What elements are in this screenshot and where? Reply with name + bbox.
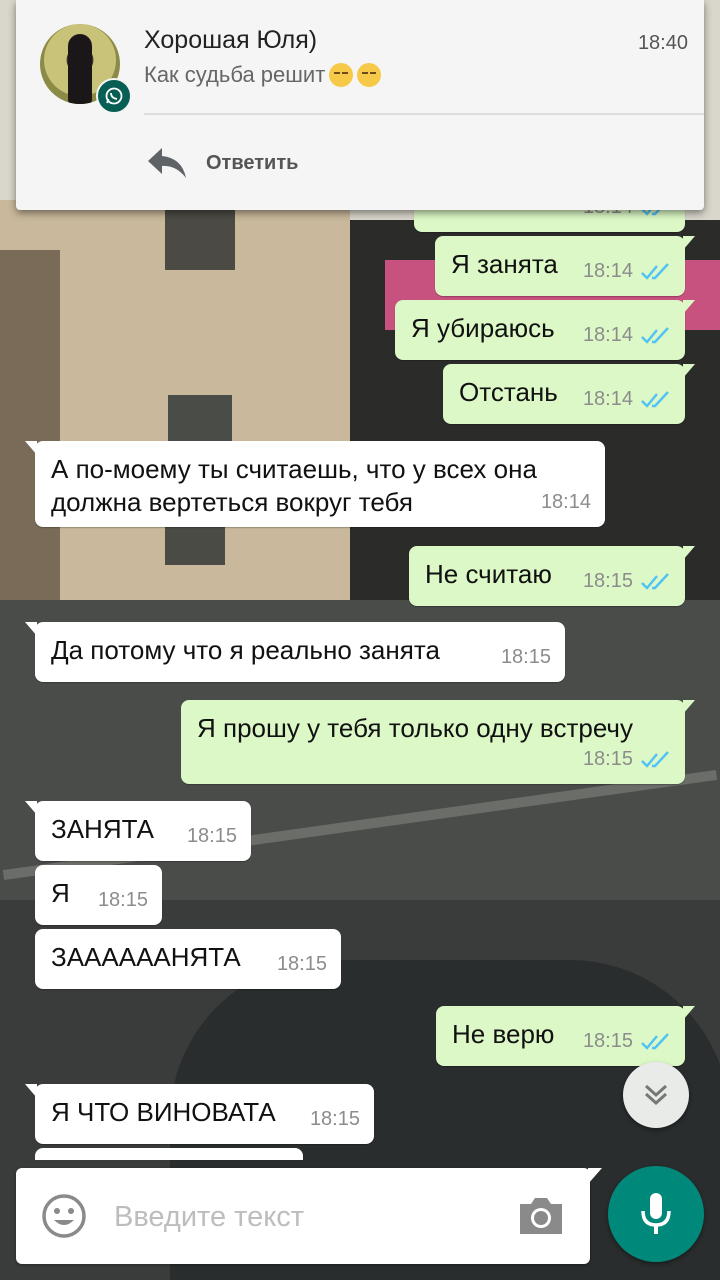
message-text: Отстань [459, 377, 558, 407]
message-meta: 18:15 [310, 1103, 360, 1136]
message-meta: 18:15 [187, 820, 237, 853]
message-bubble-outgoing[interactable]: Я прошу у тебя только одну встречу 18:15 [181, 700, 695, 784]
message-text: Да потому что я реально занята [51, 635, 440, 665]
message-meta: 18:14 [583, 255, 671, 288]
message-text: Я ЧТО ВИНОВАТА [51, 1097, 276, 1127]
notification-message: Как судьба решит [144, 62, 382, 88]
message-text: Не считаю [425, 559, 552, 589]
emoji-button[interactable] [40, 1192, 88, 1240]
voice-record-button[interactable] [608, 1166, 704, 1262]
message-text: Я прошу у тебя только одну встречу [197, 713, 633, 743]
message-bubble-outgoing[interactable]: Отстань 18:14 [443, 364, 695, 424]
message-composer [16, 1168, 602, 1264]
divider [144, 113, 704, 115]
message-bubble-incoming[interactable] [35, 1148, 303, 1160]
message-bubble-incoming[interactable]: Да потому что я реально занята 18:15 [25, 622, 565, 682]
message-text-line: должна вертеться вокруг тебя [51, 487, 413, 517]
notification-time: 18:40 [637, 32, 688, 54]
message-text: Не верю [452, 1019, 555, 1049]
message-notification[interactable]: Хорошая Юля) 18:40 Как судьба решит Отве… [16, 0, 704, 210]
double-check-icon [641, 390, 669, 408]
message-bubble-outgoing[interactable]: Не верю 18:15 [436, 1006, 695, 1066]
message-meta: 18:15 [583, 565, 671, 598]
message-meta: 18:15 [583, 1025, 671, 1058]
message-text: Я убираюсь [411, 313, 555, 343]
smirk-face-icon [329, 63, 354, 87]
message-time: 18:15 [582, 748, 633, 770]
message-meta: 18:14 [583, 383, 671, 416]
message-text-line: А по-моему ты считаешь, что у всех она [51, 454, 537, 484]
message-text: ЗААААААНЯТА [51, 942, 241, 972]
double-check-icon [641, 262, 669, 280]
mic-icon [641, 1193, 671, 1234]
message-bubble-outgoing[interactable]: Я занята 18:14 [435, 236, 695, 296]
double-check-icon [641, 572, 669, 590]
message-bubble-outgoing[interactable]: Не считаю 18:15 [409, 546, 695, 606]
message-input[interactable] [112, 1190, 496, 1244]
message-time: 18:15 [582, 570, 633, 592]
message-time: 18:14 [582, 388, 633, 410]
message-bubble-incoming[interactable]: ЗАНЯТА 18:15 [25, 801, 251, 861]
message-meta: 18:15 [501, 641, 551, 674]
message-time: 18:14 [582, 324, 633, 346]
message-bubble-incoming[interactable]: Я 18:15 [35, 865, 162, 925]
message-time: 18:15 [309, 1108, 360, 1130]
double-chevron-down-icon [644, 1084, 668, 1106]
message-bubble-outgoing[interactable]: Я убираюсь 18:14 [395, 300, 695, 360]
message-bubble-incoming[interactable]: А по-моему ты считаешь, что у всех она д… [25, 441, 605, 527]
reply-arrow-icon [148, 148, 186, 178]
message-text: Я занята [451, 249, 558, 279]
smiley-icon [42, 1194, 86, 1238]
whatsapp-icon [96, 78, 132, 114]
double-check-icon [641, 1032, 669, 1050]
message-bubble-incoming[interactable]: ЗААААААНЯТА 18:15 [35, 929, 341, 989]
camera-icon [520, 1198, 562, 1234]
message-time: 18:14 [582, 260, 633, 282]
message-bubble-incoming[interactable]: Я ЧТО ВИНОВАТА 18:15 [25, 1084, 374, 1144]
notification-contact-name: Хорошая Юля) [144, 26, 318, 54]
notification-message-text: Как судьба решит [144, 62, 326, 87]
message-time: 18:15 [582, 1030, 633, 1052]
message-time: 18:14 [540, 491, 591, 513]
message-meta: 18:15 [277, 948, 327, 981]
camera-button[interactable] [516, 1194, 566, 1238]
message-text: ЗАНЯТА [51, 814, 154, 844]
message-meta: 18:15 [583, 743, 671, 776]
message-meta: 18:15 [98, 884, 148, 917]
message-meta: 18:14 [583, 319, 671, 352]
reply-button[interactable]: Ответить [146, 140, 298, 186]
scroll-to-bottom-button[interactable] [623, 1062, 689, 1128]
message-time: 18:15 [186, 825, 237, 847]
message-meta: 18:14 [541, 486, 591, 519]
double-check-icon [641, 326, 669, 344]
double-check-icon [641, 750, 669, 768]
relieved-face-icon [357, 63, 382, 87]
message-time: 18:15 [97, 889, 148, 911]
message-text: Я [51, 878, 70, 908]
reply-label: Ответить [206, 151, 299, 174]
message-time: 18:15 [276, 953, 327, 975]
message-time: 18:15 [500, 646, 551, 668]
